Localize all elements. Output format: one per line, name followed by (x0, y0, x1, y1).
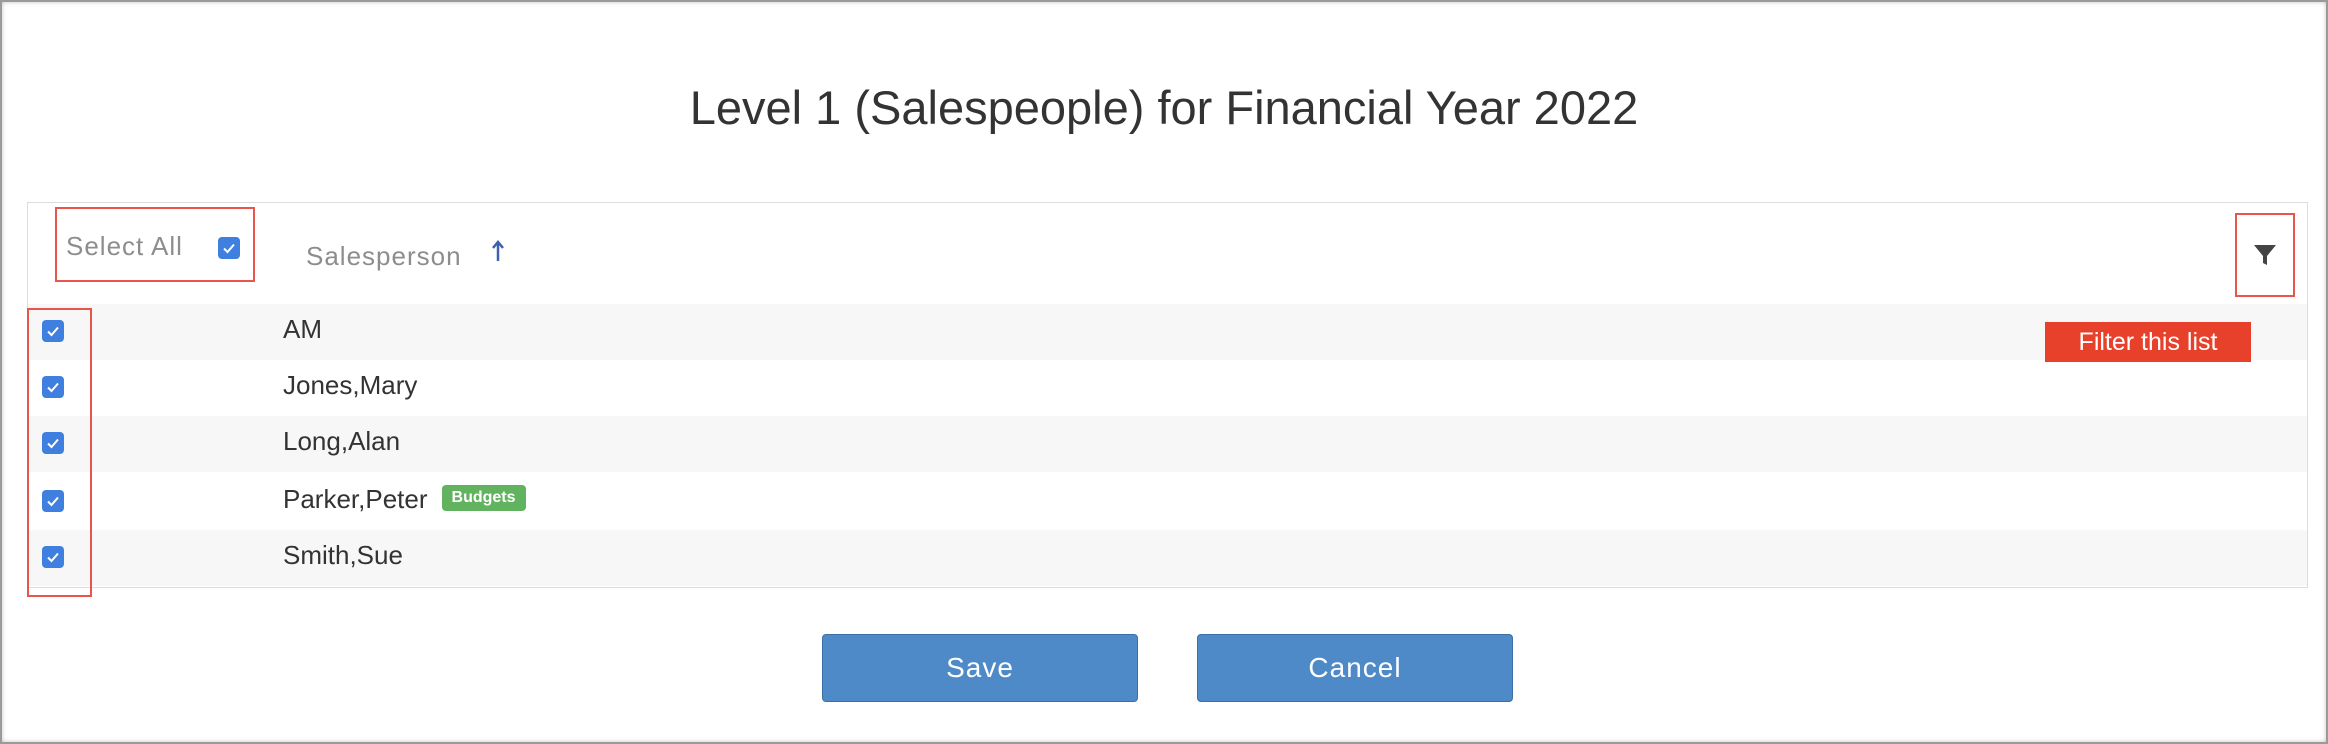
salesperson-list-panel: Select All Salesperson AM Jones,Mary Lon (27, 202, 2308, 588)
list-row[interactable]: AM (28, 304, 2307, 360)
row-name-with-badge: Parker,Peter Budgets (283, 484, 526, 515)
filter-icon (2254, 245, 2276, 265)
row-name: AM (283, 314, 322, 344)
filter-button[interactable] (2235, 213, 2295, 297)
save-button[interactable]: Save (822, 634, 1138, 702)
select-all-label: Select All (66, 231, 183, 261)
checkbox-checked-icon (223, 243, 235, 254)
cancel-button[interactable]: Cancel (1197, 634, 1513, 702)
budgets-badge: Budgets (441, 485, 526, 512)
sort-ascending-icon[interactable] (490, 239, 506, 265)
column-header-salesperson[interactable]: Salesperson (306, 241, 462, 272)
list-row[interactable]: Long,Alan (28, 416, 2307, 472)
list-row[interactable]: Smith,Sue (28, 530, 2307, 586)
row-name: Smith,Sue (283, 540, 403, 570)
list-header: Select All Salesperson (28, 203, 2307, 304)
row-name: Long,Alan (283, 426, 401, 456)
select-all-checkbox[interactable] (218, 237, 240, 259)
row-name: Parker,Peter (283, 484, 428, 514)
dialog-title: Level 1 (Salespeople) for Financial Year… (689, 81, 1639, 134)
list-row[interactable]: Jones,Mary (28, 360, 2307, 416)
row-checkboxes-highlight (27, 308, 92, 597)
list-row[interactable]: Parker,Peter Budgets (28, 472, 2307, 528)
row-name: Jones,Mary (283, 370, 418, 400)
filter-tooltip: Filter this list (2045, 322, 2251, 362)
